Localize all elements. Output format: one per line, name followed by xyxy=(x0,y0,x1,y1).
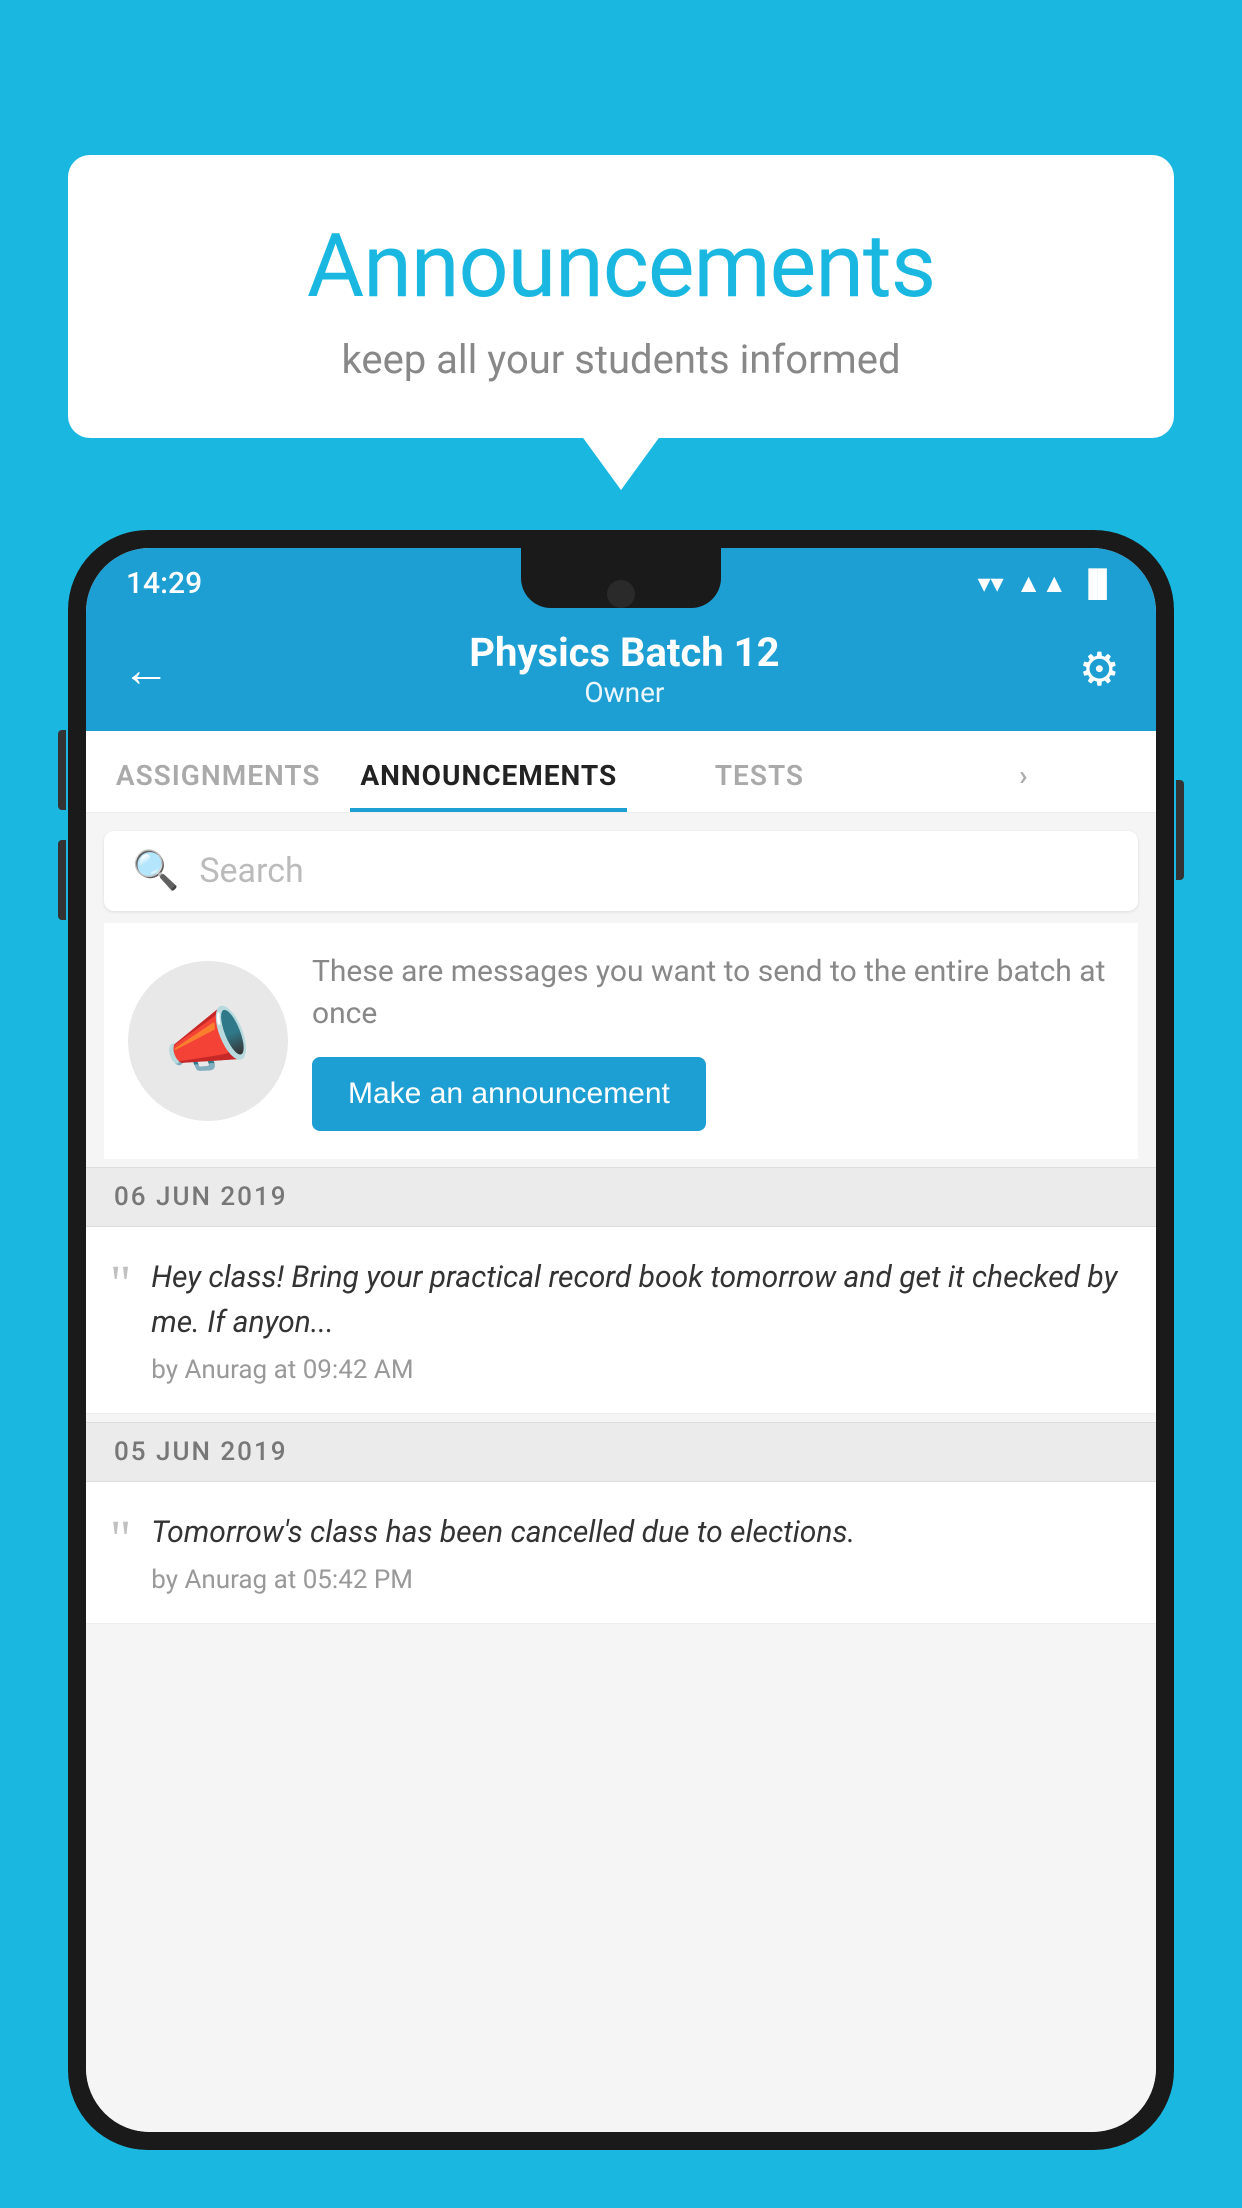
announcement-meta-1: by Anurag at 09:42 AM xyxy=(151,1355,1132,1385)
back-button[interactable]: ← xyxy=(122,641,170,698)
tab-assignments[interactable]: ASSIGNMENTS xyxy=(86,731,350,812)
search-bar[interactable]: 🔍 Search xyxy=(104,831,1138,911)
tab-more[interactable]: › xyxy=(892,731,1156,812)
content-area: 🔍 Search 📣 These are messages you want t… xyxy=(86,813,1156,2132)
announcement-item-1[interactable]: " Hey class! Bring your practical record… xyxy=(86,1227,1156,1414)
quote-icon-2: " xyxy=(110,1514,131,1566)
promo-right: These are messages you want to send to t… xyxy=(312,951,1114,1131)
app-header: ← Physics Batch 12 Owner ⚙ xyxy=(86,611,1156,731)
date-separator-1: 06 JUN 2019 xyxy=(86,1167,1156,1227)
search-icon: 🔍 xyxy=(132,849,179,893)
promo-description: These are messages you want to send to t… xyxy=(312,951,1114,1035)
tabs-bar: ASSIGNMENTS ANNOUNCEMENTS TESTS › xyxy=(86,731,1156,813)
phone-outer: 14:29 ▾▾ ▲▲ ▐▌ ← Physics Batch 12 Owner … xyxy=(68,530,1174,2150)
phone-screen: 14:29 ▾▾ ▲▲ ▐▌ ← Physics Batch 12 Owner … xyxy=(86,548,1156,2132)
speech-bubble-container: Announcements keep all your students inf… xyxy=(68,155,1174,438)
settings-icon[interactable]: ⚙ xyxy=(1079,642,1120,697)
header-title-block: Physics Batch 12 Owner xyxy=(170,629,1079,709)
battery-icon: ▐▌ xyxy=(1079,568,1116,599)
signal-icon: ▲▲ xyxy=(1016,568,1067,599)
status-time: 14:29 xyxy=(126,566,202,601)
announcement-item-2[interactable]: " Tomorrow's class has been cancelled du… xyxy=(86,1482,1156,1624)
phone-camera xyxy=(607,580,635,608)
header-title: Physics Batch 12 xyxy=(170,629,1079,676)
date-separator-2: 05 JUN 2019 xyxy=(86,1422,1156,1482)
volume-down-button xyxy=(58,840,66,920)
announcement-promo: 📣 These are messages you want to send to… xyxy=(104,923,1138,1159)
tab-tests[interactable]: TESTS xyxy=(627,731,891,812)
bubble-title: Announcements xyxy=(118,215,1124,318)
tab-announcements[interactable]: ANNOUNCEMENTS xyxy=(350,731,627,812)
wifi-icon: ▾▾ xyxy=(978,569,1004,599)
quote-icon-1: " xyxy=(110,1259,131,1311)
announcement-meta-2: by Anurag at 05:42 PM xyxy=(151,1565,1132,1595)
search-placeholder: Search xyxy=(199,851,303,891)
speech-bubble: Announcements keep all your students inf… xyxy=(68,155,1174,438)
announcement-text-2: Tomorrow's class has been cancelled due … xyxy=(151,1510,1132,1555)
make-announcement-button[interactable]: Make an announcement xyxy=(312,1057,706,1131)
header-subtitle: Owner xyxy=(170,676,1079,709)
bubble-subtitle: keep all your students informed xyxy=(118,336,1124,383)
phone-notch xyxy=(521,548,721,608)
megaphone-icon: 📣 xyxy=(164,1000,251,1082)
announcement-text-1: Hey class! Bring your practical record b… xyxy=(151,1255,1132,1345)
announcement-content-1: Hey class! Bring your practical record b… xyxy=(151,1255,1132,1385)
phone-container: 14:29 ▾▾ ▲▲ ▐▌ ← Physics Batch 12 Owner … xyxy=(68,530,1174,2208)
power-button xyxy=(1176,780,1184,880)
status-icons: ▾▾ ▲▲ ▐▌ xyxy=(978,568,1116,599)
promo-icon-circle: 📣 xyxy=(128,961,288,1121)
announcement-content-2: Tomorrow's class has been cancelled due … xyxy=(151,1510,1132,1595)
volume-up-button xyxy=(58,730,66,810)
